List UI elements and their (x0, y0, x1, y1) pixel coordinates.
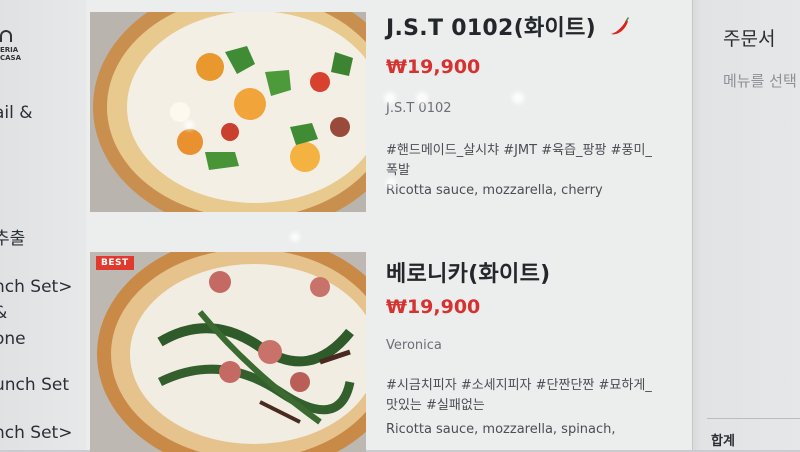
item-name: 베로니카(화이트) (386, 262, 551, 287)
chili-pepper-icon (608, 15, 630, 43)
order-panel: 주문서 메뉴를 선택 합계 (692, 0, 800, 450)
item-title: 베로니카(화이트) (386, 256, 551, 288)
sidebar-item-ampersand[interactable]: & (0, 302, 7, 324)
menu-list: J.S.T 0102(화이트) ₩19,900 J.S.T 0102 #핸드메이… (86, 0, 692, 452)
sidebar-item-lunch-set[interactable]: nch Set> (0, 276, 72, 298)
store-logo: ERIA CASA (0, 26, 22, 68)
order-divider (707, 418, 800, 419)
item-subtitle: Veronica (386, 338, 442, 353)
pizza-image-veronica[interactable]: BEST (90, 252, 366, 452)
sidebar-item-lunch-set-3[interactable]: nch Set> (0, 422, 72, 444)
best-badge: BEST (96, 256, 134, 270)
sidebar-item-recommend[interactable]: 추출 (0, 228, 25, 250)
sidebar-item-lunch-set-2[interactable]: unch Set (0, 374, 69, 396)
logo-mark-icon (0, 30, 12, 42)
item-tags: #핸드메이드_살시챠 #JMT #육즙_팡팡 #풍미_폭발 (386, 143, 652, 178)
sidebar-item-cocktail[interactable]: ail & (0, 102, 33, 124)
item-title: J.S.T 0102(화이트) (386, 10, 630, 43)
item-price: ₩19,900 (386, 56, 481, 78)
order-empty-hint: 메뉴를 선택 (723, 72, 797, 90)
item-price: ₩19,900 (386, 296, 481, 318)
category-sidebar: ERIA CASA ail & 추출 nch Set> & one unch S… (0, 0, 86, 450)
menu-item-jst[interactable]: J.S.T 0102(화이트) ₩19,900 J.S.T 0102 #핸드메이… (86, 0, 692, 240)
item-ingredients: Ricotta sauce, mozzarella, cherry (386, 183, 603, 198)
order-total-label: 합계 (711, 434, 735, 449)
item-subtitle: J.S.T 0102 (386, 101, 452, 116)
pizza-photo-jst (90, 12, 366, 212)
item-tags: #시금치피자 #소세지피자 #단짠단짠 #묘하게_맛있는 #실패없는 (386, 378, 652, 413)
logo-text: ERIA CASA (0, 46, 22, 62)
menu-item-veronica[interactable]: BEST 베로니카(화이트) ₩19,900 Veronica #시금치피자 #… (86, 240, 692, 452)
pizza-image-jst[interactable] (90, 12, 366, 212)
order-title: 주문서 (723, 28, 776, 50)
pizza-photo-veronica (90, 252, 366, 452)
item-ingredients: Ricotta sauce, mozzarella, spinach, (386, 422, 616, 437)
sidebar-item-one[interactable]: one (0, 328, 26, 350)
item-name: J.S.T 0102(화이트) (386, 16, 596, 41)
